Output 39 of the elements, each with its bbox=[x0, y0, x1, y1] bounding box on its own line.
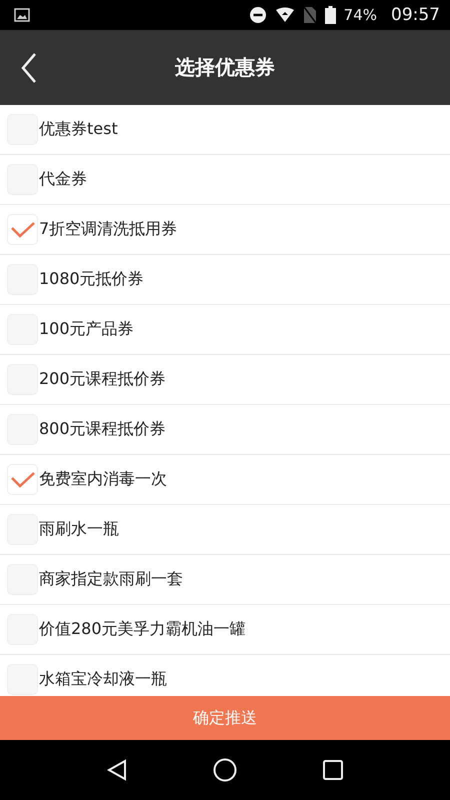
coupon-item[interactable]: 代金券 bbox=[0, 155, 450, 205]
page-title: 选择优惠券 bbox=[175, 54, 275, 81]
coupon-item[interactable]: 200元课程抵价券 bbox=[0, 355, 450, 405]
coupon-name: 雨刷水一瓶 bbox=[39, 519, 119, 540]
coupon-name: 1080元抵价券 bbox=[39, 269, 144, 290]
recents-icon[interactable] bbox=[323, 760, 343, 780]
image-icon bbox=[14, 8, 30, 22]
coupon-item[interactable]: 1080元抵价券 bbox=[0, 255, 450, 305]
coupon-item[interactable]: 优惠券test bbox=[0, 105, 450, 155]
coupon-item[interactable]: 800元课程抵价券 bbox=[0, 405, 450, 455]
checkbox[interactable] bbox=[7, 664, 38, 695]
coupon-name: 价值280元美孚力霸机油一罐 bbox=[39, 619, 246, 640]
coupon-name: 7折空调清洗抵用券 bbox=[39, 219, 178, 240]
coupon-item[interactable]: 商家指定款雨刷一套 bbox=[0, 555, 450, 605]
coupon-name: 200元课程抵价券 bbox=[39, 369, 166, 390]
coupon-name: 水箱宝冷却液一瓶 bbox=[39, 669, 167, 690]
battery-percent: 74% bbox=[344, 6, 377, 24]
wifi-icon bbox=[274, 7, 295, 23]
back-nav-icon[interactable] bbox=[107, 759, 127, 781]
coupon-name: 800元课程抵价券 bbox=[39, 419, 166, 440]
coupon-name: 100元产品券 bbox=[39, 319, 134, 340]
battery-icon bbox=[324, 6, 336, 24]
coupon-name: 优惠券test bbox=[39, 119, 118, 140]
clock-time: 09:57 bbox=[391, 5, 440, 25]
back-icon[interactable] bbox=[21, 53, 37, 83]
coupon-item[interactable]: 雨刷水一瓶 bbox=[0, 505, 450, 555]
checkbox[interactable] bbox=[7, 214, 38, 245]
coupon-name: 商家指定款雨刷一套 bbox=[39, 569, 183, 590]
coupon-item[interactable]: 水箱宝冷却液一瓶 bbox=[0, 655, 450, 696]
coupon-item[interactable]: 100元产品券 bbox=[0, 305, 450, 355]
do-not-disturb-icon bbox=[248, 6, 267, 24]
home-icon[interactable] bbox=[213, 758, 237, 782]
coupon-name: 代金券 bbox=[39, 169, 87, 190]
coupon-item[interactable]: 价值280元美孚力霸机油一罐 bbox=[0, 605, 450, 655]
coupon-name: 免费室内消毒一次 bbox=[39, 469, 167, 490]
no-sim-icon bbox=[302, 6, 317, 24]
coupon-item[interactable]: 7折空调清洗抵用券 bbox=[0, 205, 450, 255]
checkbox[interactable] bbox=[7, 464, 38, 495]
coupon-item[interactable]: 免费室内消毒一次 bbox=[0, 455, 450, 505]
